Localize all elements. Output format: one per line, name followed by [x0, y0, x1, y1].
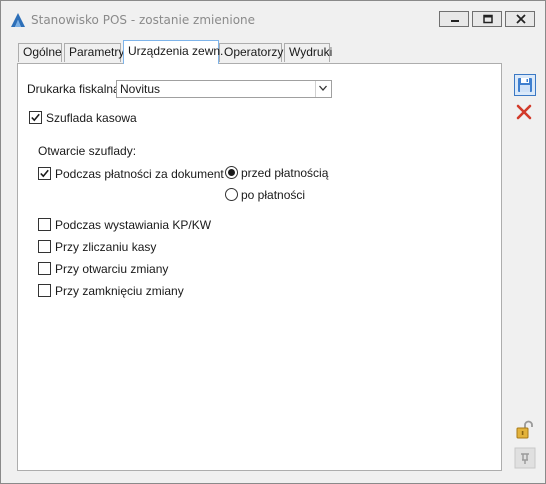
counting-checkbox[interactable]	[38, 240, 51, 253]
close-button[interactable]	[505, 11, 535, 27]
tab-operatorzy[interactable]: Operatorzy	[219, 43, 283, 62]
minimize-icon	[451, 20, 459, 22]
tab-urzadzenia-zewn[interactable]: Urządzenia zewn.	[123, 40, 223, 64]
cancel-button[interactable]	[514, 102, 536, 124]
checkmark-icon	[31, 113, 40, 122]
pin-icon	[514, 447, 536, 469]
shift-open-checkbox[interactable]	[38, 262, 51, 275]
save-button[interactable]	[514, 74, 536, 96]
radio-after-label: po płatności	[241, 188, 306, 202]
cash-drawer-label: Szuflada kasowa	[46, 111, 137, 125]
restore-button[interactable]	[472, 11, 502, 27]
unlock-button[interactable]	[514, 419, 536, 441]
opening-header: Otwarcie szuflady:	[38, 144, 137, 158]
tab-wydruki[interactable]: Wydruki	[284, 43, 332, 62]
printer-select-value: Novitus	[120, 82, 161, 96]
save-icon	[518, 78, 532, 92]
radio-before-payment[interactable]	[225, 166, 238, 179]
minimize-button[interactable]	[439, 11, 469, 27]
shift-close-label: Przy zamknięciu zmiany	[55, 284, 184, 298]
kp-kw-checkbox[interactable]	[38, 218, 51, 231]
shift-close-checkbox[interactable]	[38, 284, 51, 297]
tab-parametry[interactable]: Parametry	[64, 43, 124, 62]
dialog-window: Stanowisko POS - zostanie zmienione Ogól…	[0, 0, 546, 484]
title-bar[interactable]: Stanowisko POS - zostanie zmienione	[1, 1, 545, 37]
printer-label: Drukarka fiskalna	[27, 82, 120, 96]
chevron-down-icon[interactable]	[315, 81, 331, 97]
cash-drawer-checkbox[interactable]	[29, 111, 42, 124]
radio-before-label: przed płatnością	[241, 166, 329, 180]
tab-ogolne[interactable]: Ogólne	[18, 43, 62, 62]
pin-button[interactable]	[514, 447, 536, 469]
cancel-icon	[516, 104, 532, 120]
app-logo-icon	[10, 12, 26, 28]
tab-panel: Drukarka fiskalna Novitus Szuflada kasow…	[17, 63, 502, 471]
counting-label: Przy zliczaniu kasy	[55, 240, 157, 254]
during-payment-label: Podczas płatności za dokument	[55, 167, 224, 181]
shift-open-label: Przy otwarciu zmiany	[55, 262, 169, 276]
during-payment-checkbox[interactable]	[38, 167, 51, 180]
window-title: Stanowisko POS - zostanie zmienione	[31, 13, 256, 27]
close-icon	[516, 14, 526, 24]
kp-kw-label: Podczas wystawiania KP/KW	[55, 218, 212, 232]
unlock-icon	[516, 420, 533, 439]
radio-selected-dot	[228, 169, 235, 176]
restore-icon	[483, 14, 493, 24]
radio-after-payment[interactable]	[225, 188, 238, 201]
printer-select[interactable]: Novitus	[116, 80, 332, 98]
checkmark-icon	[40, 169, 49, 178]
